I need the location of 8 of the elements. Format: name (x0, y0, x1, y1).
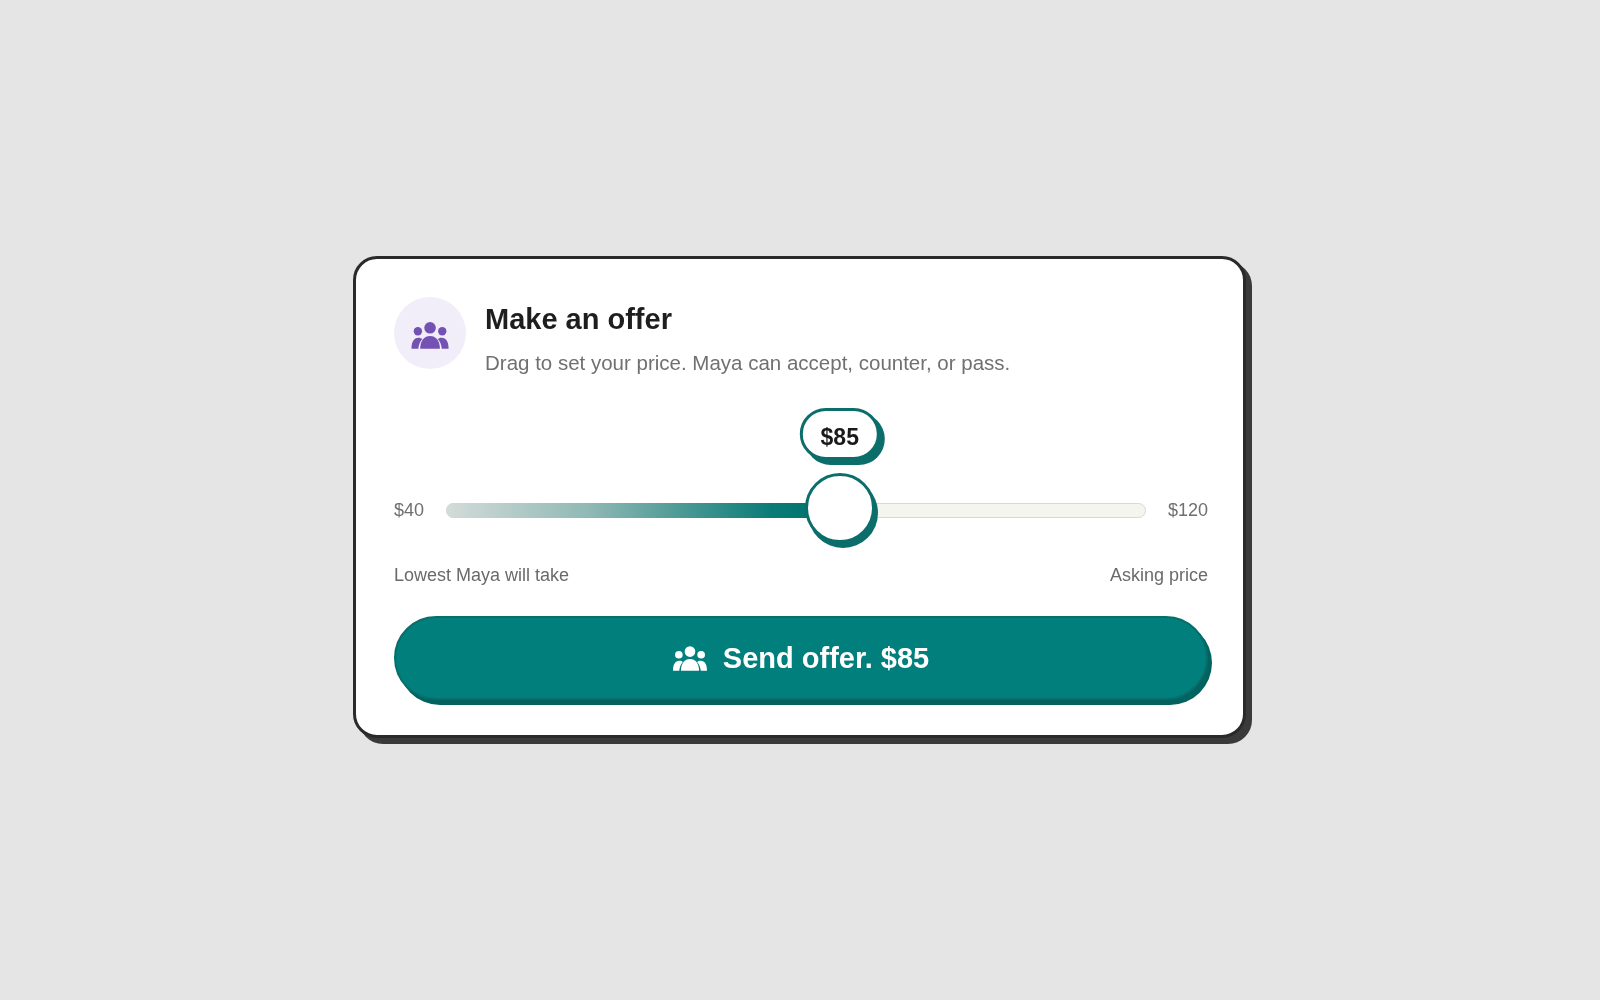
card-subtitle: Drag to set your price. Maya can accept, counter, or pass. (485, 350, 1011, 376)
people-icon (394, 297, 466, 369)
max-caption: Asking price (1109, 564, 1208, 586)
min-caption: Lowest Maya will take (394, 564, 570, 586)
card-title: Make an offer (485, 302, 673, 336)
people-icon (672, 645, 707, 671)
min-price-label: $40 (394, 499, 426, 521)
max-price-label: $120 (1166, 499, 1208, 521)
